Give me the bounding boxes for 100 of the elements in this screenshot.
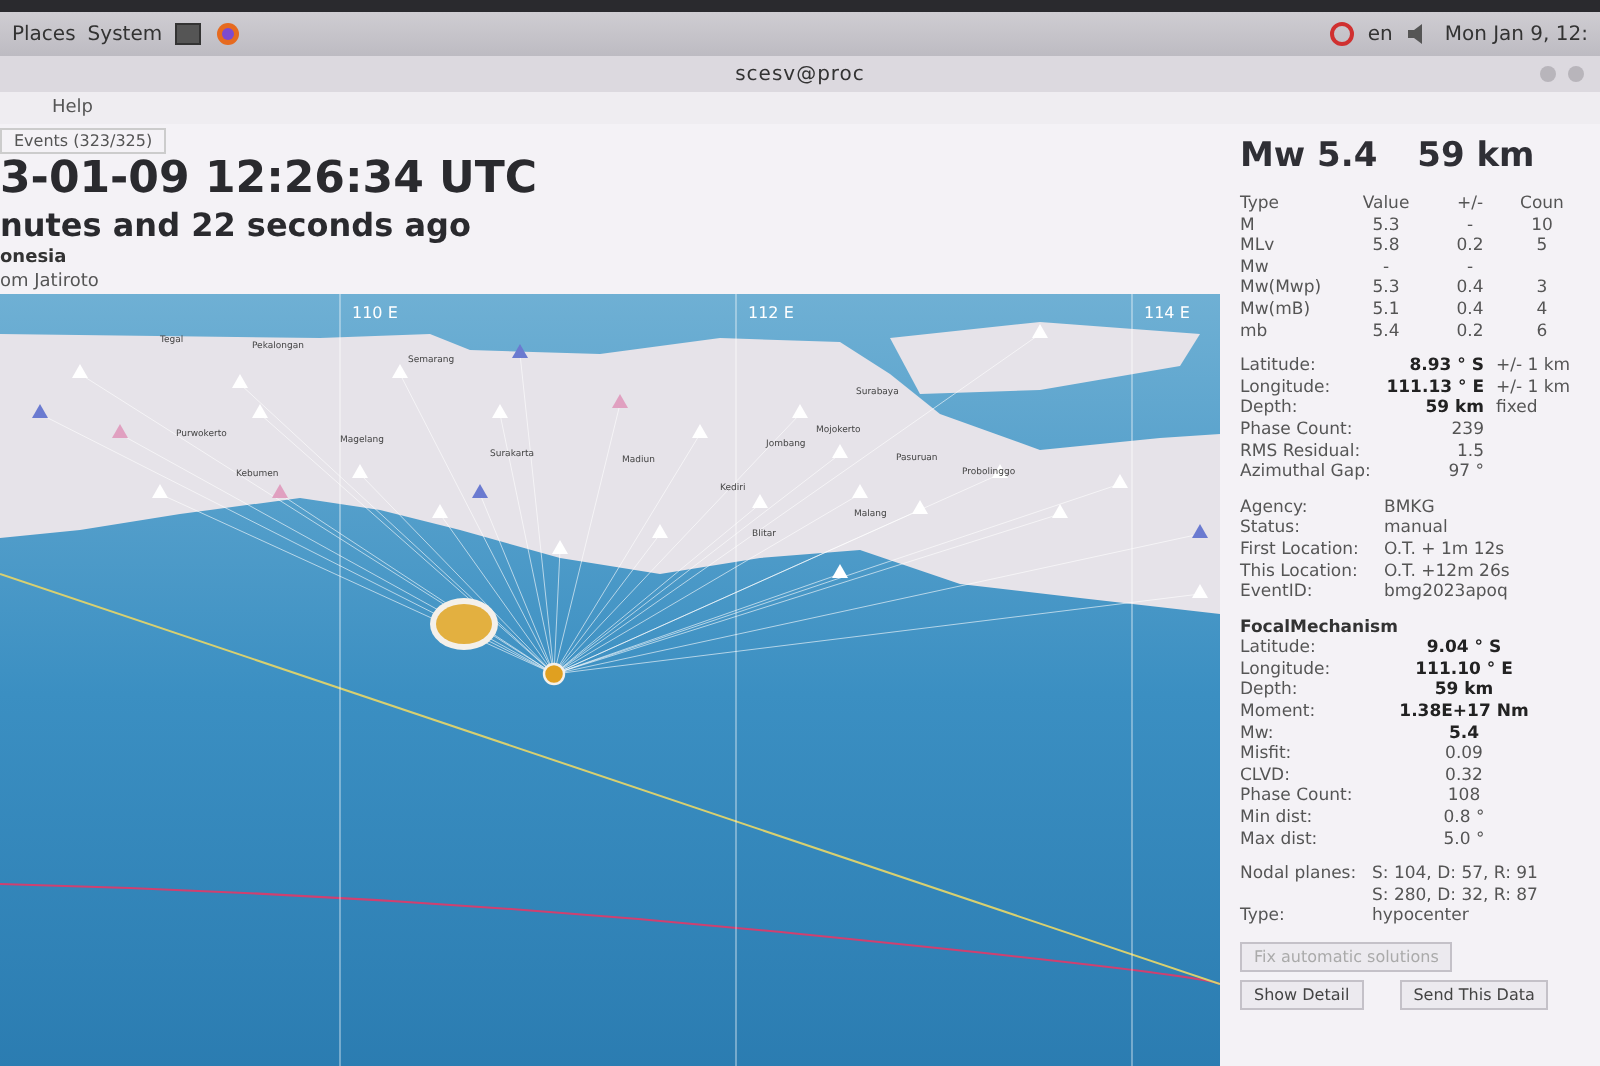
event-age: nutes and 22 seconds ago (0, 206, 473, 246)
field-label: Phase Count: (1240, 786, 1355, 809)
field-label: Azimuthal Gap: (1240, 462, 1373, 484)
field-label: RMS Residual: (1240, 441, 1363, 463)
field-label: First Location: (1240, 539, 1361, 561)
field-label: Agency: (1240, 497, 1310, 519)
nearest-city: om Jatiroto (0, 270, 101, 294)
table-cell-text: Mw(mB) (1240, 299, 1313, 322)
table-cell-text: 0.2 (1454, 236, 1486, 258)
browser-icon[interactable] (214, 22, 243, 46)
table-cell-text: 6 (1534, 321, 1550, 343)
field-value: 111.10 ° E (1413, 659, 1515, 681)
table-cell-text: mb (1240, 321, 1270, 343)
table-cell-text: MLv (1240, 236, 1277, 258)
table-cell-text: Mw (1240, 257, 1271, 279)
table-cell-text: 0.2 (1454, 321, 1486, 343)
table-cell-text: 10 (1529, 215, 1555, 237)
field-value: 108 (1445, 786, 1483, 809)
field-label: Moment: (1240, 702, 1318, 724)
field-label: This Location: (1240, 561, 1360, 583)
table-cell-text: M (1240, 215, 1257, 237)
menu-item[interactable]: Help (52, 98, 94, 118)
grid-label: 110 E (352, 304, 398, 322)
field-value: S: 280, D: 32, R: 87 (1372, 885, 1540, 907)
field-label: Depth: (1240, 680, 1300, 703)
field-label: Min dist: (1240, 808, 1315, 830)
field-value: 111.13 ° E (1384, 377, 1486, 399)
field-value: 1.5 (1454, 441, 1486, 463)
column-header: Type (1240, 194, 1282, 216)
grid-label: 112 E (748, 304, 794, 322)
field-value: 0.32 (1443, 765, 1485, 787)
table-cell-text: 5.3 (1370, 215, 1402, 237)
field-value: 5.0 ° (1441, 829, 1487, 851)
field-value: 0.09 (1443, 744, 1485, 766)
field-note: +/- 1 km (1496, 377, 1573, 399)
field-label: Latitude: (1240, 356, 1318, 378)
field-label: Misfit: (1240, 744, 1294, 766)
magnitude-value: Mw 5.4 (1240, 134, 1378, 180)
field-label: Status: (1240, 518, 1302, 540)
field-note: fixed (1496, 398, 1540, 420)
table-cell-text: 5.8 (1370, 236, 1402, 258)
field-label: CLVD: (1240, 765, 1292, 787)
field-value: hypocenter (1372, 906, 1471, 928)
field-value: O.T. + 1m 12s (1384, 539, 1507, 561)
action-button[interactable]: Send This Data (1399, 980, 1549, 1010)
field-label: Longitude: (1240, 377, 1333, 399)
table-cell-text: 3 (1534, 278, 1550, 300)
field-value: manual (1384, 518, 1450, 540)
table-cell-text: - (1380, 257, 1392, 279)
clock[interactable]: Mon Jan 9, 12: (1444, 23, 1588, 45)
field-value: 8.93 ° S (1407, 356, 1486, 378)
action-button[interactable]: Show Detail (1240, 980, 1364, 1010)
window-title: scesv@proc (735, 63, 865, 85)
field-value: BMKG (1384, 497, 1437, 519)
field-label: Type: (1240, 906, 1287, 928)
table-cell-text: 0.4 (1454, 299, 1486, 322)
menu-item[interactable]: System (87, 23, 163, 45)
table-cell-text: 5.3 (1370, 278, 1402, 300)
table-cell-text: Mw(Mwp) (1240, 278, 1324, 300)
table-cell-text: - (1464, 215, 1476, 237)
section-title: FocalMechanism (1240, 617, 1400, 639)
field-label: Phase Count: (1240, 419, 1355, 442)
field-value: 5.4 (1446, 723, 1482, 745)
field-label: Latitude: (1240, 638, 1318, 660)
event-region: onesia (0, 246, 69, 270)
keyboard-layout[interactable]: en (1367, 23, 1393, 45)
table-cell-text: 5.4 (1370, 321, 1402, 343)
field-label: Depth: (1240, 398, 1300, 420)
field-value: S: 104, D: 57, R: 91 (1372, 864, 1540, 886)
field-label: Longitude: (1240, 659, 1333, 681)
epicenter-icon (542, 662, 566, 686)
uncertainty-ellipse (430, 598, 498, 650)
field-value: 239 (1449, 419, 1486, 442)
field-value: bmg2023apoq (1384, 582, 1510, 604)
column-header: Value (1360, 194, 1412, 216)
field-label: EventID: (1240, 582, 1315, 604)
table-cell-text: 5.1 (1370, 299, 1402, 322)
field-value: 1.38E+17 Nm (1397, 702, 1531, 724)
field-value: 97 ° (1446, 462, 1486, 484)
terminal-icon[interactable] (174, 22, 203, 46)
field-value: O.T. +12m 26s (1384, 561, 1512, 583)
power-icon[interactable] (1327, 22, 1356, 46)
table-cell-text: 4 (1534, 299, 1550, 322)
table-cell-text: 5 (1534, 236, 1550, 258)
field-note: +/- 1 km (1496, 356, 1573, 378)
table-cell-text: 0.4 (1454, 278, 1486, 300)
event-time: 3-01-09 12:26:34 UTC (0, 154, 540, 206)
tab[interactable]: Events (323/325) (0, 128, 167, 154)
grid-label: 114 E (1144, 304, 1190, 322)
field-value: 0.8 ° (1441, 808, 1487, 830)
menu-item[interactable]: Places (12, 23, 76, 45)
column-header: Coun (1518, 194, 1566, 216)
field-label: Mw: (1240, 723, 1276, 745)
field-value: 59 km (1423, 398, 1486, 420)
field-label: Max dist: (1240, 829, 1320, 851)
field-value: 9.04 ° S (1424, 638, 1504, 660)
table-cell-text: - (1464, 257, 1476, 279)
field-value: 59 km (1432, 680, 1496, 703)
column-header: +/- (1454, 194, 1486, 216)
depth-value: 59 km (1417, 134, 1535, 180)
